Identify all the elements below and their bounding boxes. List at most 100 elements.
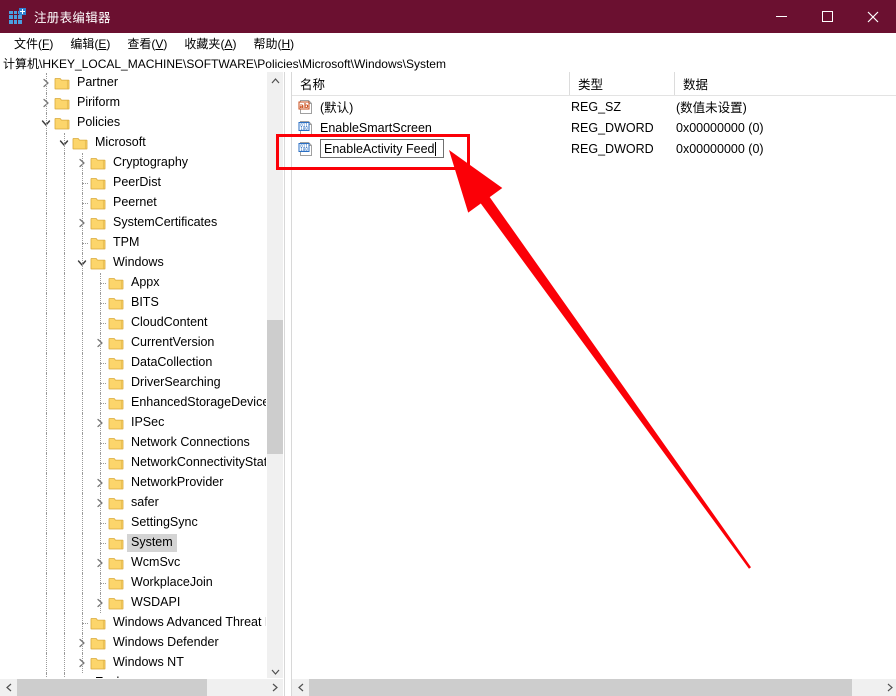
- tree-leaf-connector: [92, 313, 108, 333]
- tree-guide-line: [82, 393, 83, 413]
- minimize-button[interactable]: [758, 0, 804, 33]
- tree-item-peerdist[interactable]: PeerDist: [0, 173, 266, 193]
- tree-item-safer[interactable]: safer: [0, 493, 266, 513]
- folder-icon: [108, 575, 124, 591]
- menu-help[interactable]: 帮助(H): [245, 33, 303, 54]
- tree-item-windows-advanced-threat-protection[interactable]: Windows Advanced Threat Protection: [0, 613, 266, 633]
- list-horizontal-scrollbar[interactable]: [292, 678, 896, 696]
- tree-item-label: DriverSearching: [131, 375, 221, 389]
- tree-guide-line: [100, 493, 101, 513]
- tree-item-currentversion[interactable]: CurrentVersion: [0, 333, 266, 353]
- tree-scroll-up-button[interactable]: [267, 72, 283, 89]
- value-type-cell: REG_SZ: [571, 99, 622, 114]
- tree-item-networkprovider[interactable]: NetworkProvider: [0, 473, 266, 493]
- menu-favorites[interactable]: 收藏夹(A): [176, 33, 245, 54]
- tree-item-networkconnectivitystatusindicator[interactable]: NetworkConnectivityStatusIndicator: [0, 453, 266, 473]
- tree-guide-line: [64, 593, 65, 613]
- column-header-data-label: 数据: [683, 78, 709, 92]
- tree-scroll-left-button[interactable]: [0, 679, 17, 696]
- table-row[interactable]: ab (默认) REG_SZ (数值未设置): [292, 96, 896, 117]
- folder-icon: [72, 135, 88, 151]
- tree-item-label: TPM: [113, 235, 140, 249]
- string-value-icon: ab: [298, 99, 314, 115]
- column-header-data[interactable]: 数据: [674, 72, 896, 95]
- tree-item-driversearching[interactable]: DriverSearching: [0, 373, 266, 393]
- tree-guide-line: [46, 393, 47, 413]
- tree-guide-line: [82, 513, 83, 533]
- menu-favorites-label: 收藏夹: [184, 37, 221, 51]
- tree-item-windows-nt[interactable]: Windows NT: [0, 653, 266, 673]
- tree-guide-line: [82, 253, 83, 273]
- tree-leaf-connector: [92, 513, 108, 533]
- tree-item-workplacejoin[interactable]: WorkplaceJoin: [0, 573, 266, 593]
- column-header-type[interactable]: 类型: [569, 72, 674, 95]
- menu-file[interactable]: 文件(F): [6, 33, 62, 54]
- tree-item-label: Piriform: [77, 95, 121, 109]
- tree-item-label: Windows Defender: [113, 635, 219, 649]
- tree-item-windows-defender[interactable]: Windows Defender: [0, 633, 266, 653]
- tree-hscrollbar-thumb[interactable]: [17, 679, 207, 696]
- tree-item-network-connections[interactable]: Network Connections: [0, 433, 266, 453]
- tree-item-microsoft[interactable]: Microsoft: [0, 133, 266, 153]
- pane-splitter[interactable]: [284, 72, 292, 696]
- tree-item-ipsec[interactable]: IPSec: [0, 413, 266, 433]
- tree-item-policies[interactable]: Policies: [0, 113, 266, 133]
- tree-item-piriform[interactable]: Piriform: [0, 93, 266, 113]
- address-bar[interactable]: 计算机\HKEY_LOCAL_MACHINE\SOFTWARE\Policies…: [0, 54, 896, 72]
- list-scroll-left-button[interactable]: [292, 679, 309, 696]
- tree-item-label: BITS: [131, 295, 159, 309]
- list-hscrollbar-thumb[interactable]: [309, 679, 852, 696]
- maximize-button[interactable]: [804, 0, 850, 33]
- tree-guide-line: [46, 153, 47, 173]
- list-scroll-right-button[interactable]: [881, 679, 896, 696]
- registry-tree[interactable]: Partner Piriform Policies Microsoft Cryptogr…: [0, 72, 266, 680]
- tree-item-peernet[interactable]: Peernet: [0, 193, 266, 213]
- tree-item-label: Network Connections: [131, 435, 250, 449]
- tree-guide-line: [82, 473, 83, 493]
- menu-view[interactable]: 查看(V): [119, 33, 176, 54]
- tree-horizontal-scrollbar[interactable]: [0, 678, 283, 696]
- tree-guide-line: [46, 273, 47, 293]
- tree-guide-line: [64, 373, 65, 393]
- registry-values-list[interactable]: ab (默认) REG_SZ (数值未设置) 011 100 EnableSmartScre…: [292, 96, 896, 159]
- value-name-input[interactable]: EnableActivity Feed: [320, 139, 444, 158]
- tree-item-enhancedstoragedevices[interactable]: EnhancedStorageDevices: [0, 393, 266, 413]
- list-column-headers: 名称 类型 数据: [292, 72, 896, 96]
- menu-edit[interactable]: 编辑(E): [62, 33, 119, 54]
- tree-item-settingsync[interactable]: SettingSync: [0, 513, 266, 533]
- folder-icon: [108, 595, 124, 611]
- tree-item-appx[interactable]: Appx: [0, 273, 266, 293]
- table-row[interactable]: 011 100 EnableSmartScreen REG_DWORD 0x000000…: [292, 117, 896, 138]
- tree-scroll-right-button[interactable]: [266, 679, 283, 696]
- tree-item-wcmsvc[interactable]: WcmSvc: [0, 553, 266, 573]
- value-name-cell: EnableSmartScreen: [320, 120, 432, 135]
- tree-item-bits[interactable]: BITS: [0, 293, 266, 313]
- tree-item-system[interactable]: System: [0, 533, 266, 553]
- tree-item-datacollection[interactable]: DataCollection: [0, 353, 266, 373]
- table-row[interactable]: 011 100 EnableActivity Feed REG_DWORD 0x0000…: [292, 138, 896, 159]
- tree-item-cryptography[interactable]: Cryptography: [0, 153, 266, 173]
- column-header-type-label: 类型: [578, 78, 604, 92]
- tree-guide-line: [46, 293, 47, 313]
- tree-vertical-scrollbar[interactable]: [266, 72, 283, 680]
- tree-item-systemcertificates[interactable]: SystemCertificates: [0, 213, 266, 233]
- tree-item-partner[interactable]: Partner: [0, 73, 266, 93]
- tree-guide-line: [64, 353, 65, 373]
- tree-item-cloudcontent[interactable]: CloudContent: [0, 313, 266, 333]
- tree-item-label: DataCollection: [131, 355, 213, 369]
- tree-leaf-connector: [74, 173, 90, 193]
- folder-icon: [108, 475, 124, 491]
- tree-item-label: Policies: [77, 115, 121, 129]
- text-caret: [435, 141, 437, 156]
- tree-item-label: IPSec: [131, 415, 165, 429]
- registry-values-pane: 名称 类型 数据 ab (默认) REG_SZ (数值未设置) 011 100 Enable…: [292, 72, 896, 696]
- tree-item-windows[interactable]: Windows: [0, 253, 266, 273]
- tree-item-label: Windows NT: [113, 655, 184, 669]
- tree-item-wsdapi[interactable]: WSDAPI: [0, 593, 266, 613]
- tree-guide-line: [64, 293, 65, 313]
- close-button[interactable]: [850, 0, 896, 33]
- column-header-name[interactable]: 名称: [292, 72, 569, 95]
- tree-scrollbar-thumb[interactable]: [267, 320, 283, 454]
- tree-item-tpm[interactable]: TPM: [0, 233, 266, 253]
- tree-guide-line: [82, 213, 83, 233]
